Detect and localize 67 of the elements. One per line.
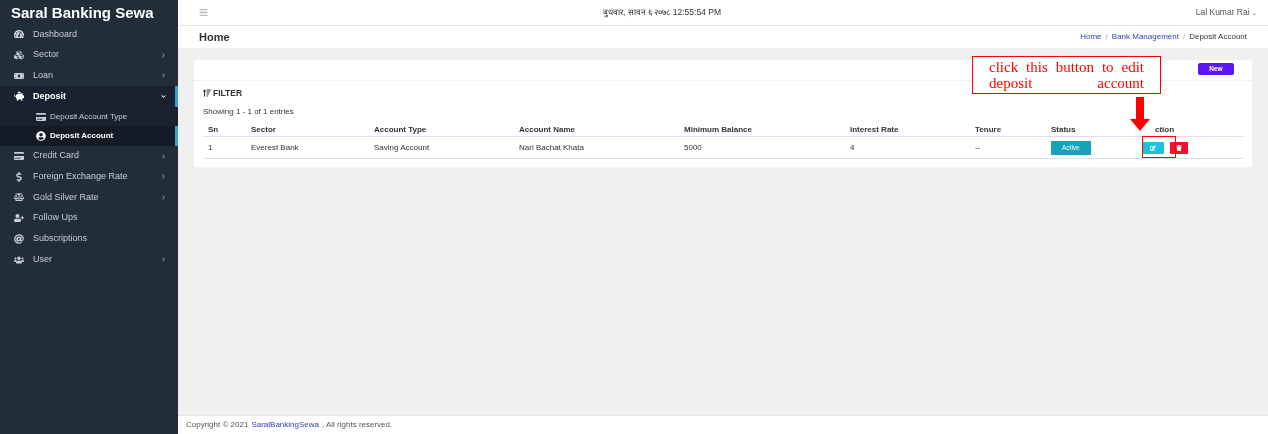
- annotation-callout: click this button to edit deposit account: [972, 56, 1161, 94]
- edit-button[interactable]: [1142, 141, 1164, 154]
- user-plus-icon: [14, 213, 24, 224]
- scale-icon: [14, 192, 24, 203]
- chevron-right-icon: [161, 52, 166, 58]
- table-cell: --: [970, 136, 1046, 159]
- banknote-icon: [14, 70, 24, 81]
- sidebar-item[interactable]: Foreign Exchange Rate: [0, 166, 178, 188]
- sidebar-item[interactable]: Sector: [0, 44, 178, 66]
- breadcrumb-link[interactable]: Bank Management: [1111, 31, 1179, 43]
- column-header: Sn: [203, 122, 246, 137]
- breadcrumb-current: Deposit Account: [1189, 31, 1247, 43]
- chevron-down-icon: [161, 93, 166, 99]
- chevron-right-icon: [161, 194, 166, 200]
- table-cell: Saving Account: [369, 136, 514, 159]
- submenu-item[interactable]: Deposit Account Type: [0, 106, 178, 127]
- sidebar-item[interactable]: Gold Silver Rate: [0, 187, 178, 208]
- credit-card-icon: [14, 151, 24, 162]
- piggy-bank-icon: [14, 91, 24, 102]
- table-cell: 4: [845, 136, 970, 159]
- sidebar-item[interactable]: Credit Card: [0, 145, 178, 167]
- column-header: Account Name: [514, 122, 679, 137]
- sidebar-item[interactable]: Subscriptions: [0, 228, 178, 250]
- chevron-right-icon: [161, 153, 166, 159]
- card-icon: [36, 111, 46, 122]
- column-header: Account Type: [369, 122, 514, 137]
- column-header: Tenure: [970, 122, 1046, 137]
- table-cell: Nari Bachat Khata: [514, 136, 679, 159]
- breadcrumb-link[interactable]: Home: [1080, 31, 1102, 43]
- page-title: Home: [199, 29, 230, 45]
- table-cell: Everest Bank: [246, 136, 369, 159]
- highlight-frame: [1142, 136, 1176, 158]
- submenu-item[interactable]: Deposit Account: [0, 126, 178, 146]
- edit-icon: [1150, 144, 1156, 151]
- copyright-text: Copyright © 2021: [186, 419, 249, 431]
- delete-button[interactable]: [1170, 141, 1188, 154]
- entries-count: Showing 1 - 1 of 1 entries: [203, 105, 295, 118]
- sidebar-item[interactable]: Dashboard: [0, 24, 178, 45]
- chevron-right-icon: [161, 174, 166, 180]
- dollar-icon: [14, 171, 24, 182]
- footer-link[interactable]: SaralBankingSewa: [251, 419, 319, 431]
- cubes-icon: [14, 50, 24, 61]
- filter-icon: [203, 89, 211, 98]
- sidebar-item[interactable]: Loan: [0, 65, 178, 87]
- at-sign-icon: [14, 233, 24, 244]
- chevron-right-icon: [161, 73, 166, 79]
- breadcrumb-separator: /: [1182, 31, 1186, 43]
- filter-toggle[interactable]: FILTER: [213, 87, 243, 100]
- column-header: ction: [1140, 122, 1243, 137]
- brand-title: Saral Banking Sewa: [10, 3, 155, 23]
- column-header: Sector: [246, 122, 369, 137]
- column-header: Interest Rate: [845, 122, 970, 137]
- sidebar-item[interactable]: Follow Ups: [0, 207, 178, 229]
- rights-text: , All rights reserved.: [322, 419, 393, 431]
- column-header: Status: [1046, 122, 1140, 137]
- users-icon: [14, 254, 24, 265]
- date-time: बुधवार, सावन ६ २०७८ 12:55:54 PM: [603, 6, 721, 19]
- sidebar-item[interactable]: Deposit: [0, 86, 178, 107]
- table-cell: 5000: [679, 136, 845, 159]
- dashboard-icon: [14, 29, 24, 40]
- column-header: Minimum Balance: [679, 122, 845, 137]
- sidebar-item[interactable]: User: [0, 249, 178, 270]
- trash-icon: [1176, 144, 1182, 151]
- annotation-arrow: [1130, 97, 1150, 131]
- breadcrumb-separator: /: [1105, 31, 1108, 43]
- table-cell: 1: [203, 136, 246, 159]
- chevron-right-icon: [161, 257, 166, 263]
